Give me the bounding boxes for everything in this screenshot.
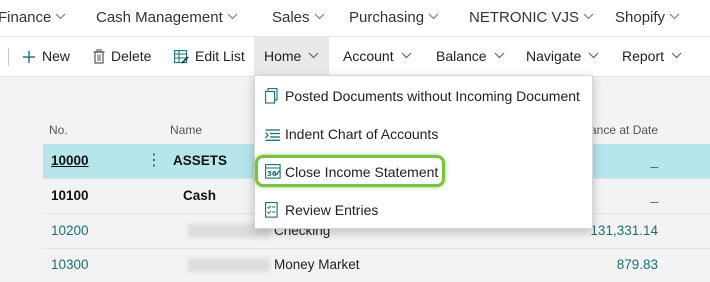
chevron-down-icon xyxy=(494,52,505,59)
chevron-down-icon xyxy=(308,52,319,59)
menu-item-label: Indent Chart of Accounts xyxy=(285,126,439,142)
edit-list-icon xyxy=(174,40,189,79)
column-header-balance-at-date[interactable]: ance at Date xyxy=(590,123,658,137)
divider xyxy=(8,48,9,66)
balance-at-date[interactable]: 879.83 xyxy=(617,257,658,272)
account-no[interactable]: 10200 xyxy=(51,223,89,238)
indent-icon xyxy=(265,128,281,146)
nav-finance[interactable]: Finance xyxy=(0,9,66,26)
menu-item-review-entries[interactable]: Review Entries xyxy=(255,191,592,229)
navigate-menu[interactable]: Navigate xyxy=(526,37,599,76)
chevron-down-icon xyxy=(428,13,439,20)
home-menu[interactable]: Home xyxy=(254,37,330,76)
menu-item-close-income-statement[interactable]: 36 Close Income Statement xyxy=(255,153,592,191)
row-actions-icon[interactable]: ⋮ xyxy=(146,150,162,170)
column-header-no[interactable]: No. xyxy=(49,123,68,137)
chevron-down-icon xyxy=(55,13,66,20)
svg-text:36: 36 xyxy=(267,170,277,178)
edit-list-button-label: Edit List xyxy=(195,48,245,64)
nav-sales-label: Sales xyxy=(272,9,310,26)
account-menu[interactable]: Account xyxy=(343,37,412,76)
account-name: Cash xyxy=(183,188,217,203)
chevron-down-icon xyxy=(671,52,682,59)
menu-item-indent-chart-of-accounts[interactable]: Indent Chart of Accounts xyxy=(255,115,592,153)
edit-list-button[interactable]: Edit List xyxy=(174,37,245,76)
account-no[interactable]: 10100 xyxy=(51,188,89,203)
nav-netronic-vjs-label: NETRONIC VJS xyxy=(469,9,580,26)
chevron-down-icon xyxy=(401,52,412,59)
review-entries-icon xyxy=(265,202,278,223)
nav-cash-management[interactable]: Cash Management xyxy=(96,9,238,26)
account-menu-label: Account xyxy=(343,48,394,64)
chevron-down-icon xyxy=(314,13,325,20)
redacted-area xyxy=(188,258,270,272)
nav-shopify[interactable]: Shopify xyxy=(615,9,680,26)
menu-item-label: Review Entries xyxy=(285,202,379,218)
account-no[interactable]: 10000 xyxy=(51,153,89,168)
account-name: ASSETS xyxy=(173,153,228,168)
top-navigation: Finance Cash Management Sales Purchasing… xyxy=(0,0,710,37)
balance-at-date[interactable]: _ xyxy=(650,153,658,168)
trash-icon xyxy=(93,40,105,79)
column-header-name[interactable]: Name xyxy=(170,123,202,137)
balance-menu[interactable]: Balance xyxy=(436,37,505,76)
nav-cash-management-label: Cash Management xyxy=(96,9,223,26)
document-icon xyxy=(265,88,278,109)
account-no[interactable]: 10300 xyxy=(51,257,89,272)
close-statement-icon: 36 xyxy=(265,164,281,184)
chevron-down-icon xyxy=(588,52,599,59)
balance-at-date[interactable]: 131,331.14 xyxy=(590,223,658,238)
nav-sales[interactable]: Sales xyxy=(272,9,325,26)
report-menu-label: Report xyxy=(622,48,665,64)
nav-finance-label: Finance xyxy=(0,9,52,26)
chevron-down-icon xyxy=(227,13,238,20)
home-menu-label: Home xyxy=(264,48,302,64)
report-menu[interactable]: Report xyxy=(622,37,682,76)
plus-icon xyxy=(22,40,36,79)
nav-shopify-label: Shopify xyxy=(615,9,666,26)
nav-purchasing-label: Purchasing xyxy=(349,9,425,26)
new-button-label: New xyxy=(42,48,71,64)
balance-menu-label: Balance xyxy=(436,48,487,64)
menu-item-label: Close Income Statement xyxy=(285,164,439,180)
chevron-down-icon xyxy=(669,13,680,20)
nav-purchasing[interactable]: Purchasing xyxy=(349,9,439,26)
account-name: Money Market xyxy=(274,257,360,272)
balance-at-date[interactable]: _ xyxy=(650,188,658,203)
delete-button-label: Delete xyxy=(111,48,152,64)
delete-button[interactable]: Delete xyxy=(93,37,151,76)
new-button[interactable]: New xyxy=(22,37,70,76)
menu-item-label: Posted Documents without Incoming Docume… xyxy=(285,88,580,104)
home-dropdown-menu: Posted Documents without Incoming Docume… xyxy=(254,75,593,229)
menu-item-posted-documents-without-incoming-document[interactable]: Posted Documents without Incoming Docume… xyxy=(255,77,592,115)
navigate-menu-label: Navigate xyxy=(526,48,582,64)
nav-netronic-vjs[interactable]: NETRONIC VJS xyxy=(469,9,594,26)
table-row[interactable]: 10300 Money Market 879.83 xyxy=(43,248,710,282)
chevron-down-icon xyxy=(583,13,594,20)
action-bar: New Delete Edit List Home Account Balanc… xyxy=(0,37,710,77)
